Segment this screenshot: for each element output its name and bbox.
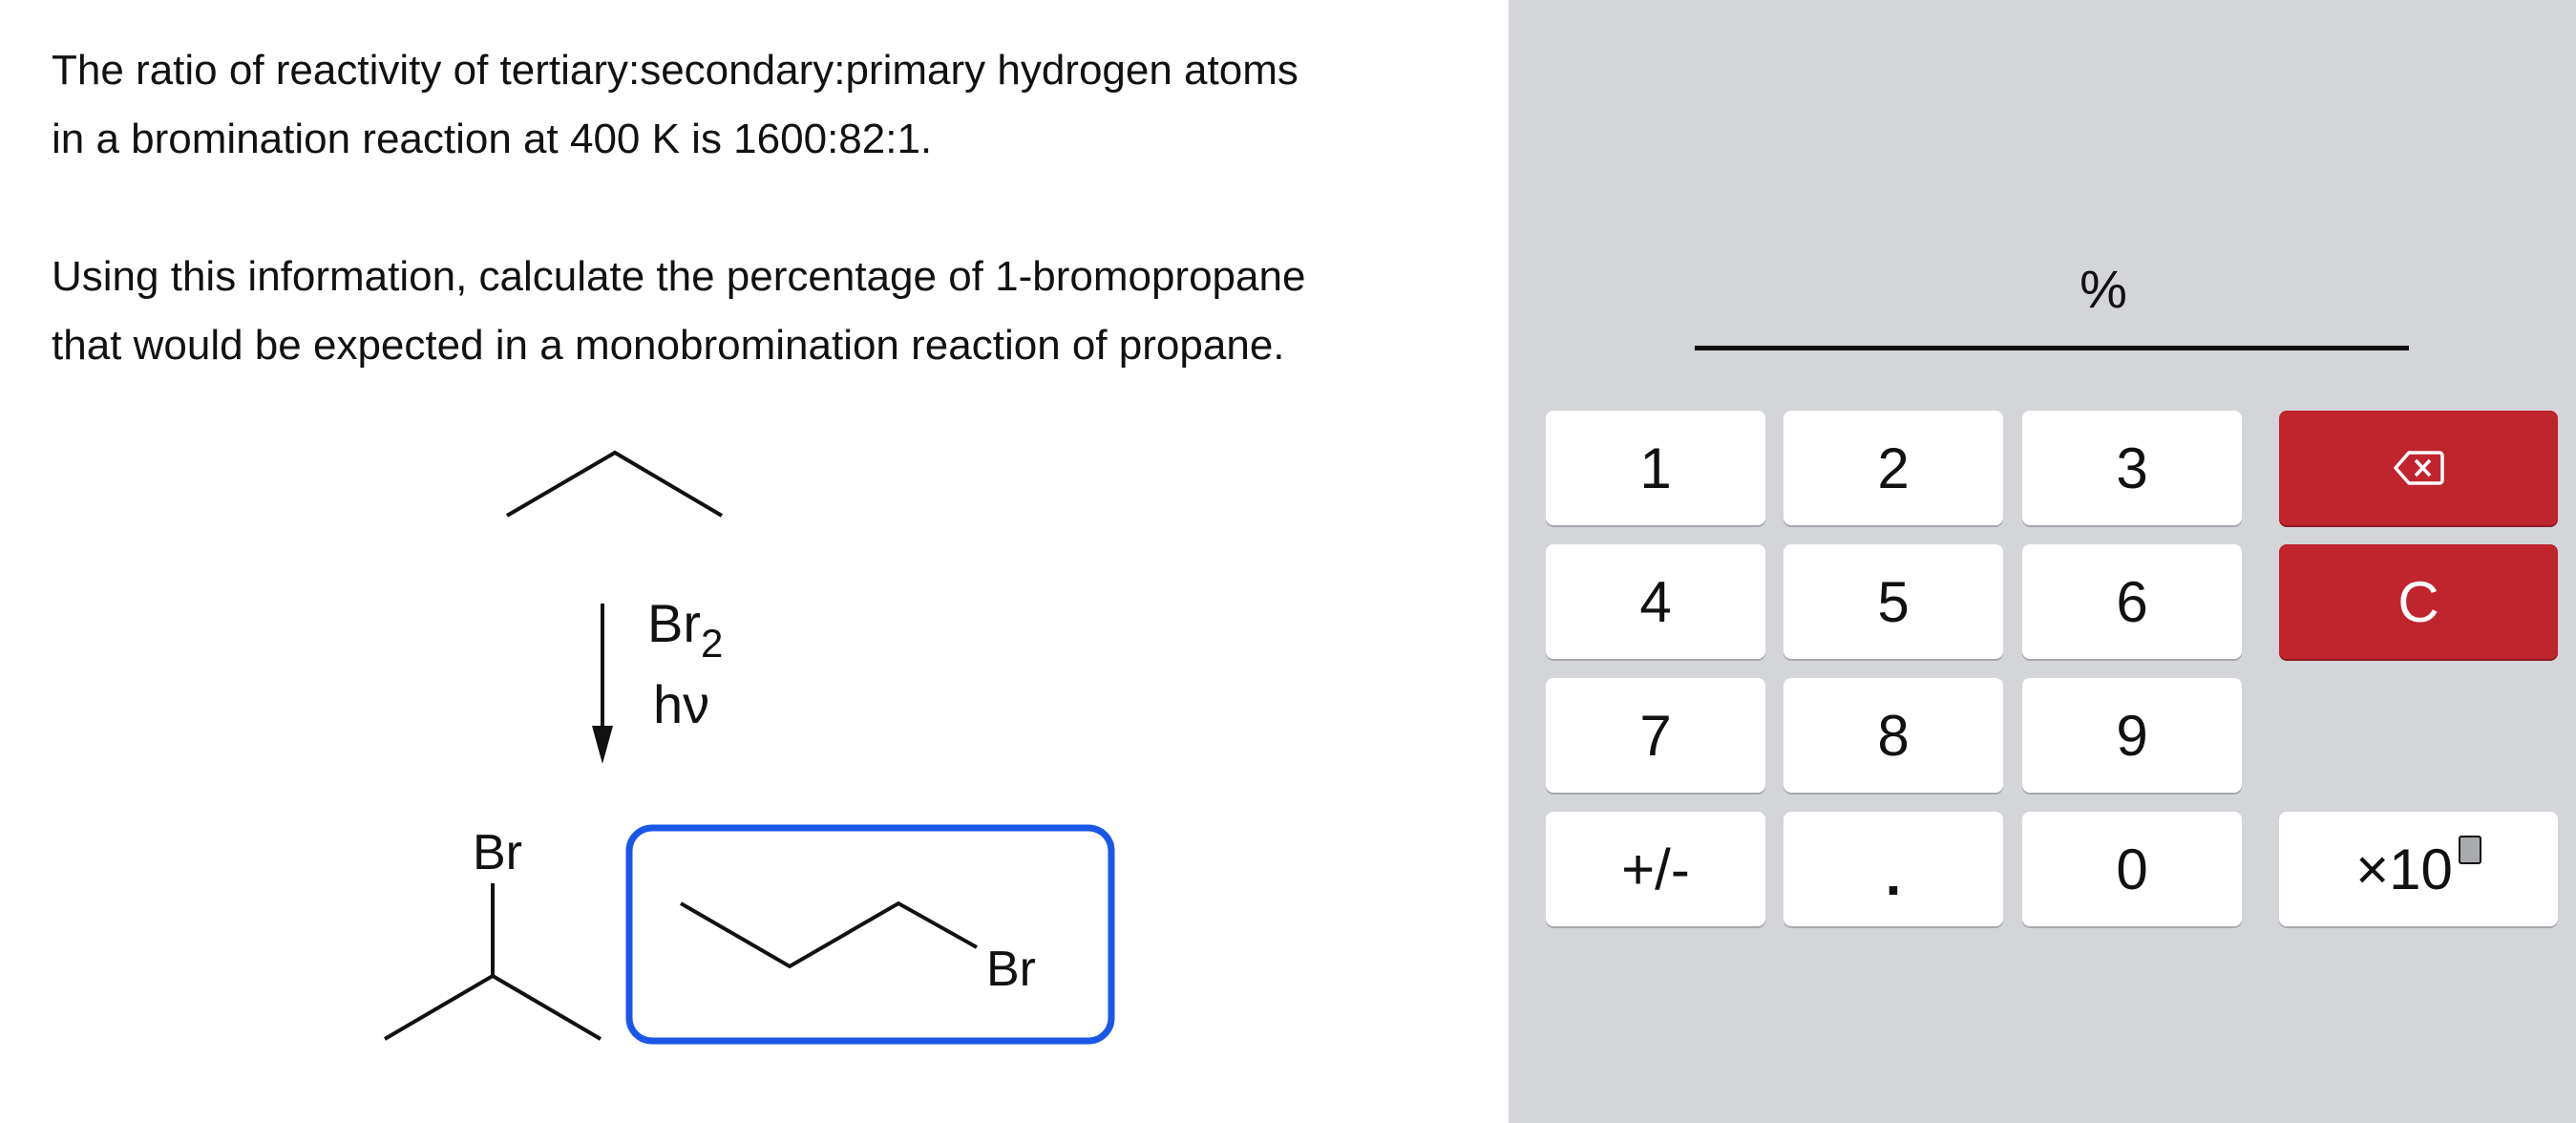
answer-keypad-pane: % 1 2 3 4 5 6 C 7 8 9 +/- . 0 ×10	[1509, 0, 2576, 1123]
key-2[interactable]: 2	[1784, 411, 2003, 525]
key-8[interactable]: 8	[1784, 678, 2003, 793]
backspace-button[interactable]	[2279, 411, 2558, 525]
key-0[interactable]: 0	[2022, 812, 2242, 926]
key-6[interactable]: 6	[2022, 544, 2242, 659]
key-1[interactable]: 1	[1546, 411, 1765, 525]
propane-structure	[505, 450, 724, 518]
selected-product-box[interactable]	[625, 824, 1115, 1045]
key-9[interactable]: 9	[2022, 678, 2242, 793]
decimal-point-label: .	[1885, 842, 1902, 907]
answer-input-line[interactable]	[1695, 346, 2409, 350]
reagent-subscript: 2	[701, 621, 723, 666]
times-ten-exponent-button[interactable]: ×10	[2279, 812, 2558, 926]
decimal-point-button[interactable]: .	[1784, 812, 2003, 926]
reaction-arrow-head	[592, 726, 613, 764]
product-left-br-label: Br	[473, 825, 522, 880]
reagent-label: Br2	[647, 593, 723, 666]
question-pane: The ratio of reactivity of tertiary:seco…	[0, 0, 1509, 1123]
exponent-placeholder-icon	[2458, 836, 2481, 864]
condition-label: hν	[653, 674, 709, 734]
key-4[interactable]: 4	[1546, 544, 1765, 659]
key-3[interactable]: 3	[2022, 411, 2242, 525]
times-ten-label: ×10	[2355, 837, 2453, 901]
sign-toggle-button[interactable]: +/-	[1546, 812, 1765, 926]
2-bromopropane-structure	[383, 973, 602, 1041]
1-bromopropane-structure	[679, 901, 978, 969]
key-5[interactable]: 5	[1784, 544, 2003, 659]
clear-button[interactable]: C	[2279, 544, 2558, 659]
reaction-scheme: Br2 hν Br Br	[383, 450, 1115, 1045]
page: The ratio of reactivity of tertiary:seco…	[0, 0, 2576, 1123]
product-right-br-label: Br	[986, 942, 1036, 997]
answer-unit-label: %	[2080, 259, 2127, 319]
key-7[interactable]: 7	[1546, 678, 1765, 793]
backspace-icon	[2394, 451, 2444, 485]
